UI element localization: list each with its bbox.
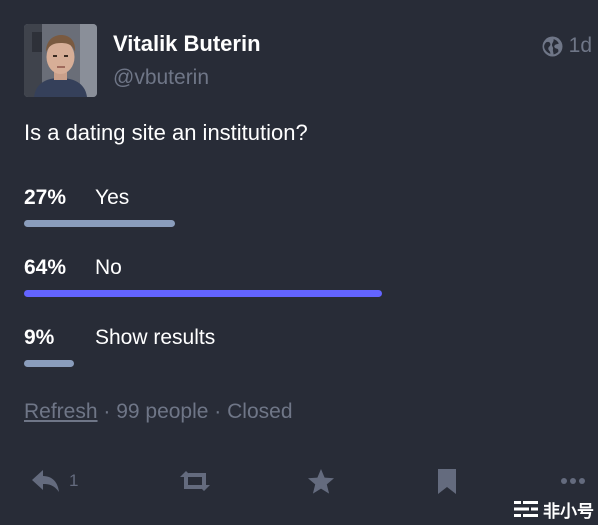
relative-timestamp[interactable]: 1d — [569, 34, 592, 58]
poll-option: 64% No — [24, 256, 584, 297]
poll-voter-count: 99 people — [116, 400, 209, 423]
poll-option-label: Show results — [95, 326, 216, 349]
star-icon — [308, 468, 334, 494]
display-name[interactable]: Vitalik Buterin — [113, 31, 261, 57]
poll-option-percent: 64% — [24, 256, 67, 279]
poll-footer-separator: · — [97, 400, 117, 423]
status-action-bar: 1 — [0, 460, 598, 504]
refresh-button[interactable]: Refresh — [24, 400, 98, 423]
poll-option-bar — [24, 360, 74, 367]
ellipsis-icon — [561, 478, 585, 484]
poll-option: 9% Show results — [24, 326, 584, 367]
favourite-button[interactable] — [307, 464, 335, 498]
poll-option-label: Yes — [95, 186, 130, 209]
poll-footer-separator: · — [208, 400, 228, 423]
globe-icon — [542, 36, 563, 56]
poll-option-percent: 27% — [24, 186, 67, 209]
reply-count: 1 — [69, 471, 79, 490]
poll-footer: Refresh · 99 people · Closed — [24, 400, 293, 424]
reply-icon — [32, 470, 59, 492]
watermark-logo-icon — [514, 501, 538, 517]
poll-option-bar — [24, 290, 382, 297]
poll-option: 27% Yes — [24, 186, 584, 227]
poll-option-percent: 9% — [24, 326, 55, 349]
status-card: Vitalik Buterin @vbuterin 1d Is a dating… — [0, 0, 598, 525]
poll-option-label: No — [95, 256, 122, 279]
status-meta: 1d — [542, 34, 592, 58]
more-button[interactable] — [560, 464, 586, 498]
status-content: Is a dating site an institution? — [24, 120, 308, 145]
avatar[interactable] — [24, 24, 97, 97]
account-handle[interactable]: @vbuterin — [113, 66, 209, 90]
bookmark-icon — [438, 468, 456, 494]
reply-button[interactable]: 1 — [31, 464, 78, 498]
poll-option-bar — [24, 220, 175, 227]
avatar-photo — [24, 24, 97, 97]
watermark-text: 非小号 — [543, 501, 594, 522]
boost-button[interactable] — [177, 464, 213, 498]
poll-state: Closed — [227, 400, 293, 423]
retweet-icon — [180, 471, 210, 491]
watermark: 非小号 — [513, 497, 594, 522]
bookmark-button[interactable] — [437, 464, 457, 498]
